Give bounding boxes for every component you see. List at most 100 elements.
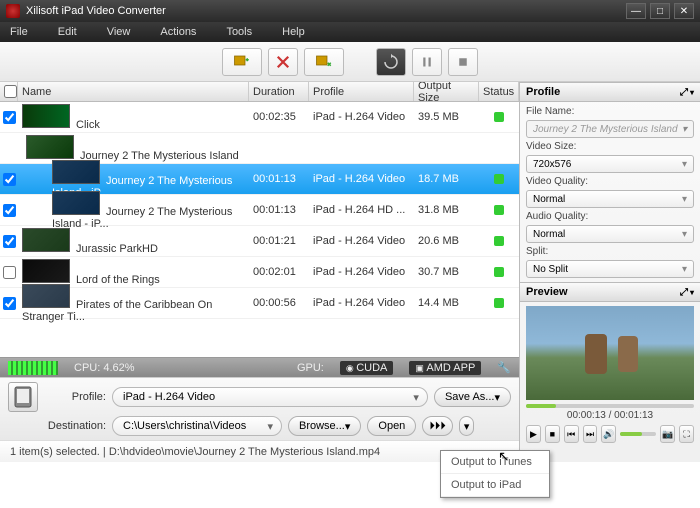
- toolbar: [0, 42, 700, 82]
- next-button[interactable]: ⏭: [583, 425, 598, 443]
- output-ipad-item[interactable]: Output to iPad: [441, 474, 549, 497]
- menu-edit[interactable]: Edit: [58, 26, 77, 38]
- menu-actions[interactable]: Actions: [160, 26, 196, 38]
- titlebar: Xilisoft iPad Video Converter — □ ✕: [0, 0, 700, 22]
- row-output: 14.4 MB: [414, 297, 479, 309]
- row-output: 39.5 MB: [414, 111, 479, 123]
- stop-preview-button[interactable]: ■: [545, 425, 560, 443]
- saveas-button[interactable]: Save As... ▾: [434, 387, 511, 407]
- expand-icon[interactable]: ⤢: [680, 87, 688, 98]
- thumbnail-icon: [22, 104, 70, 128]
- column-header: Name Duration Profile Output Size Status: [0, 82, 519, 102]
- row-checkbox[interactable]: [3, 204, 16, 217]
- thumbnail-icon: [22, 228, 70, 252]
- col-status[interactable]: Status: [479, 82, 519, 101]
- row-duration: 00:02:35: [249, 111, 309, 123]
- table-row[interactable]: Click 00:02:35iPad - H.264 Video39.5 MB: [0, 102, 519, 133]
- amd-badge[interactable]: ▣ AMD APP: [409, 361, 481, 375]
- audioquality-select[interactable]: Normal: [526, 225, 694, 243]
- add-profile-button[interactable]: [304, 48, 344, 76]
- preview-area[interactable]: [526, 306, 694, 400]
- preview-panel-header[interactable]: Preview⤢: [520, 282, 700, 302]
- row-duration: 00:00:56: [249, 297, 309, 309]
- menu-tools[interactable]: Tools: [226, 26, 252, 38]
- menu-file[interactable]: File: [10, 26, 28, 38]
- stop-button[interactable]: [448, 48, 478, 76]
- cuda-badge[interactable]: ◉ CUDA: [340, 361, 394, 375]
- output-menu: Output to iTunes Output to iPad: [440, 450, 550, 498]
- profile-panel-header[interactable]: Profile⤢: [520, 82, 700, 102]
- row-duration: 00:01:13: [249, 173, 309, 185]
- row-duration: 00:01:21: [249, 235, 309, 247]
- play-button[interactable]: ▶: [526, 425, 541, 443]
- browse-button[interactable]: Browse... ▾: [288, 416, 361, 436]
- menu-help[interactable]: Help: [282, 26, 305, 38]
- row-checkbox[interactable]: [3, 266, 16, 279]
- ipad-icon: [8, 382, 38, 412]
- maximize-button[interactable]: □: [650, 3, 670, 19]
- profile-select[interactable]: iPad - H.264 Video: [112, 387, 428, 407]
- app-logo-icon: [6, 4, 20, 18]
- split-select[interactable]: No Split: [526, 260, 694, 278]
- table-row[interactable]: Pirates of the Caribbean On Stranger Ti.…: [0, 288, 519, 319]
- output-dropdown-button[interactable]: ▾: [459, 416, 475, 436]
- row-output: 20.6 MB: [414, 235, 479, 247]
- output-button[interactable]: ⏵⏵⏵: [422, 416, 453, 436]
- fullscreen-button[interactable]: ⛶: [679, 425, 694, 443]
- app-title: Xilisoft iPad Video Converter: [26, 5, 626, 17]
- row-name: Click: [76, 119, 100, 131]
- filename-label: File Name:: [526, 106, 694, 117]
- status-icon: [494, 236, 504, 246]
- row-checkbox[interactable]: [3, 297, 16, 310]
- col-duration[interactable]: Duration: [249, 82, 309, 101]
- volume-slider[interactable]: [620, 432, 656, 436]
- videoquality-select[interactable]: Normal: [526, 190, 694, 208]
- status-icon: [494, 298, 504, 308]
- row-checkbox[interactable]: [3, 235, 16, 248]
- minimize-button[interactable]: —: [626, 3, 646, 19]
- open-button[interactable]: Open: [367, 416, 416, 436]
- file-list: Click00:02:35iPad - H.264 Video39.5 MBJo…: [0, 102, 519, 357]
- col-output[interactable]: Output Size: [414, 82, 479, 101]
- menubar: File Edit View Actions Tools Help: [0, 22, 700, 42]
- dest-label: Destination:: [44, 420, 106, 432]
- col-profile[interactable]: Profile: [309, 82, 414, 101]
- bottom-bar: Profile: iPad - H.264 Video Save As... ▾…: [0, 377, 519, 440]
- status-icon: [494, 174, 504, 184]
- menu-view[interactable]: View: [107, 26, 131, 38]
- videoquality-label: Video Quality:: [526, 176, 694, 187]
- snapshot-button[interactable]: 📷: [660, 425, 675, 443]
- row-checkbox[interactable]: [3, 111, 16, 124]
- thumbnail-icon: [52, 160, 100, 184]
- delete-button[interactable]: [268, 48, 298, 76]
- table-row[interactable]: Journey 2 The Mysterious Island - iP...0…: [0, 195, 519, 226]
- row-profile: iPad - H.264 Video: [309, 111, 414, 123]
- row-checkbox[interactable]: [3, 173, 16, 186]
- destination-select[interactable]: C:\Users\christina\Videos: [112, 416, 282, 436]
- wrench-icon[interactable]: 🔧: [497, 361, 511, 374]
- filename-field[interactable]: Journey 2 The Mysterious Island: [526, 120, 694, 138]
- cpu-label: CPU: 4.62%: [74, 362, 135, 374]
- videosize-select[interactable]: 720x576: [526, 155, 694, 173]
- expand-preview-icon[interactable]: ⤢: [680, 287, 688, 298]
- position-slider[interactable]: [526, 404, 694, 408]
- close-button[interactable]: ✕: [674, 3, 694, 19]
- row-profile: iPad - H.264 Video: [309, 297, 414, 309]
- row-name: Jurassic ParkHD: [76, 243, 158, 255]
- convert-button[interactable]: [376, 48, 406, 76]
- thumbnail-icon: [52, 191, 100, 215]
- pause-button[interactable]: [412, 48, 442, 76]
- add-file-button[interactable]: [222, 48, 262, 76]
- prev-button[interactable]: ⏮: [564, 425, 579, 443]
- mute-button[interactable]: 🔊: [601, 425, 616, 443]
- audioquality-label: Audio Quality:: [526, 211, 694, 222]
- row-duration: 00:02:01: [249, 266, 309, 278]
- output-itunes-item[interactable]: Output to iTunes: [441, 451, 549, 474]
- row-profile: iPad - H.264 Video: [309, 173, 414, 185]
- cpu-bar: CPU: 4.62% GPU: ◉ CUDA ▣ AMD APP 🔧: [0, 357, 519, 377]
- col-name[interactable]: Name: [18, 82, 249, 101]
- row-profile: iPad - H.264 HD ...: [309, 204, 414, 216]
- row-output: 30.7 MB: [414, 266, 479, 278]
- table-row[interactable]: Jurassic ParkHD00:01:21iPad - H.264 Vide…: [0, 226, 519, 257]
- check-all[interactable]: [4, 85, 17, 98]
